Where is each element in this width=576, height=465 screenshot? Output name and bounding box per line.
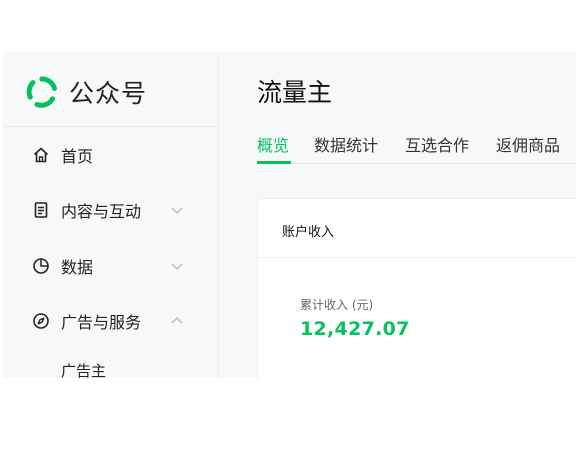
- main-content: 流量主 概览 数据统计 互选合作 返佣商品 账户收入 累计收入 (元) 12,4…: [219, 52, 576, 378]
- tab-rebate-goods[interactable]: 返佣商品: [496, 132, 560, 156]
- cumulative-income-label: 累计收入 (元): [300, 298, 374, 312]
- chevron-up-icon[interactable]: [170, 314, 184, 328]
- sidebar-item-ads-services[interactable]: 广告与服务: [3, 301, 219, 341]
- sidebar-item-label: 广告与服务: [61, 313, 142, 332]
- account-income-card: 账户收入 累计收入 (元) 12,427.07: [257, 198, 576, 378]
- sidebar-item-data[interactable]: 数据: [3, 246, 219, 286]
- sidebar-item-label: 内容与互动: [61, 202, 142, 221]
- tab-mutual-selection[interactable]: 互选合作: [405, 132, 469, 156]
- sidebar-subitem-advertiser[interactable]: 广告主: [61, 360, 106, 378]
- cumulative-income-value: 12,427.07: [300, 318, 410, 340]
- sidebar-item-home[interactable]: 首页: [3, 135, 219, 175]
- brand[interactable]: 公众号: [25, 74, 147, 110]
- tab-overview[interactable]: 概览: [257, 132, 289, 156]
- page-title: 流量主: [257, 78, 333, 107]
- sidebar-item-content[interactable]: 内容与互动: [3, 190, 219, 230]
- tab-baseline: [257, 163, 576, 164]
- brand-title: 公众号: [69, 79, 148, 108]
- sidebar-item-label: 首页: [61, 147, 94, 166]
- wechat-official-logo-icon: [26, 76, 57, 108]
- brand-divider: [3, 126, 219, 127]
- active-tab-indicator: [257, 161, 291, 164]
- chevron-down-icon[interactable]: [170, 259, 184, 273]
- app-frame: 公众号 首页 内容与互动 数据 广告与服务 广告主 流量主 概览 数据统计 互选…: [3, 52, 576, 378]
- sidebar-item-label: 数据: [61, 258, 94, 277]
- tab-bar: 概览 数据统计 互选合作 返佣商品: [219, 128, 576, 164]
- card-title: 账户收入: [282, 225, 335, 240]
- tab-statistics[interactable]: 数据统计: [314, 132, 378, 156]
- sidebar: 公众号 首页 内容与互动 数据 广告与服务 广告主: [3, 52, 219, 378]
- document-icon: [34, 202, 48, 218]
- home-icon: [33, 147, 49, 163]
- compass-icon: [33, 313, 49, 329]
- card-divider: [258, 257, 576, 258]
- pie-chart-icon: [33, 258, 49, 274]
- chevron-down-icon[interactable]: [170, 203, 184, 217]
